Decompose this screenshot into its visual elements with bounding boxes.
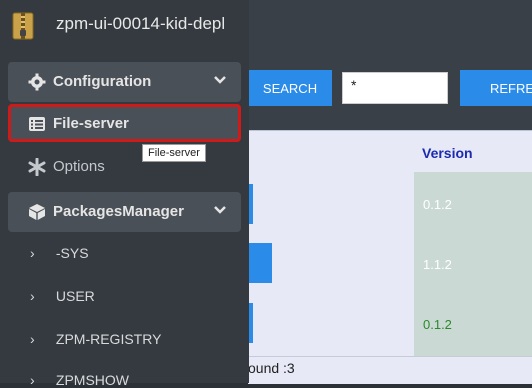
chevron-right-icon: ›	[30, 331, 35, 347]
sidebar-item-packages-manager[interactable]: PackagesManager	[8, 192, 241, 232]
sidebar-subitem-label: ZPMSHOW	[55, 372, 129, 388]
sidebar-item-options[interactable]: Options	[8, 147, 241, 187]
box-icon	[29, 204, 45, 220]
tooltip: File-server	[142, 144, 206, 162]
row-action-button[interactable]	[248, 243, 272, 283]
sidebar-subitem-label: ZPM-REGISTRY	[55, 331, 162, 347]
chevron-down-icon	[214, 76, 226, 84]
version-cell: 0.1.2	[423, 317, 452, 332]
chevron-right-icon: ›	[30, 372, 35, 388]
sidebar-item-label: File-server	[53, 115, 129, 132]
sidebar-item-label: Configuration	[53, 73, 152, 90]
sidebar-subitem-label: USER	[55, 288, 95, 304]
chevron-right-icon: ›	[30, 245, 35, 261]
app-title: zpm-ui-00014-kid-depl	[56, 14, 226, 33]
sidebar-subitem-label: -SYS	[55, 245, 89, 261]
list-icon	[29, 117, 45, 131]
sidebar-item-label: Options	[53, 158, 105, 175]
found-count: ound :3	[248, 360, 295, 376]
search-input[interactable]: *	[342, 72, 448, 104]
sidebar-item-label: PackagesManager	[53, 203, 184, 220]
sidebar-subitem-sys[interactable]: › -SYS	[30, 245, 89, 261]
sidebar-item-file-server[interactable]: File-server	[8, 104, 241, 142]
sidebar-subitem-user[interactable]: › USER	[30, 288, 95, 304]
chevron-down-icon	[214, 206, 226, 214]
search-button[interactable]: SEARCH	[248, 70, 332, 106]
asterisk-icon	[28, 158, 46, 176]
zip-archive-icon	[12, 12, 34, 40]
sidebar-item-configuration[interactable]: Configuration	[8, 62, 241, 102]
version-column-header[interactable]: Version	[422, 145, 473, 161]
version-cell: 0.1.2	[423, 197, 452, 212]
refresh-button[interactable]: REFRES	[460, 70, 532, 106]
sidebar: zpm-ui-00014-kid-depl Configuration File…	[0, 0, 249, 388]
sidebar-subitem-zpmshow[interactable]: › ZPMSHOW	[30, 372, 129, 388]
gear-icon	[28, 73, 46, 91]
sidebar-subitem-zpm-registry[interactable]: › ZPM-REGISTRY	[30, 331, 161, 347]
version-cell: 1.1.2	[423, 257, 452, 272]
chevron-right-icon: ›	[30, 288, 35, 304]
app-header: zpm-ui-00014-kid-depl	[0, 0, 249, 52]
